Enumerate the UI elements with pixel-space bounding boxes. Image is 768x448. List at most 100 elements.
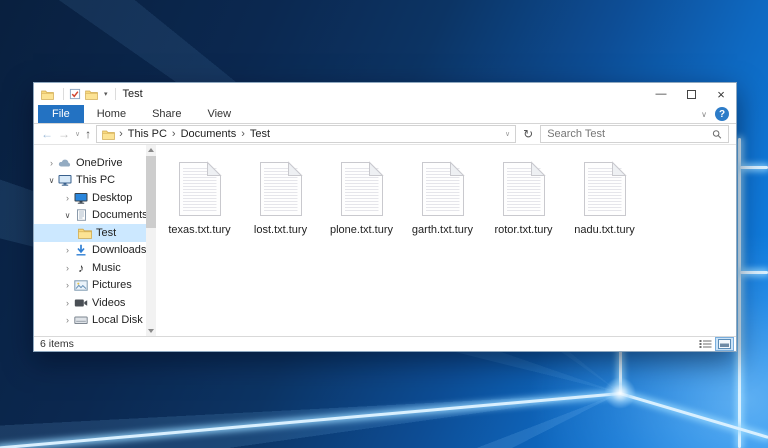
sidebar-item-music[interactable]: › ♪ Music [34, 259, 146, 277]
video-icon [74, 297, 88, 309]
sidebar-item-label: OneDrive [76, 157, 122, 169]
address-bar[interactable]: › This PC › Documents › Test ∨ [96, 125, 516, 143]
sidebar-item-test[interactable]: Test [34, 224, 146, 242]
download-icon [74, 244, 88, 256]
chevron-right-icon[interactable]: › [63, 263, 72, 273]
close-button[interactable]: × [706, 83, 736, 105]
sidebar-item-documents[interactable]: ∨ Documents [34, 207, 146, 225]
file-item[interactable]: rotor.txt.tury [483, 161, 564, 236]
cloud-icon [58, 157, 72, 169]
breadcrumb-separator-icon: › [172, 128, 176, 140]
chevron-right-icon[interactable]: › [47, 158, 56, 168]
text-file-icon [340, 161, 384, 217]
back-button[interactable]: ← [41, 128, 53, 140]
new-folder-quick-access-icon[interactable] [85, 89, 98, 100]
breadcrumb-test[interactable]: Test [249, 128, 271, 140]
scroll-up-icon[interactable] [146, 145, 156, 155]
refresh-icon[interactable]: ↻ [521, 127, 535, 141]
large-icons-view-icon [718, 339, 731, 349]
file-item[interactable]: garth.txt.tury [402, 161, 483, 236]
file-item[interactable]: lost.txt.tury [240, 161, 321, 236]
window-folder-icon [41, 89, 54, 100]
recent-locations-icon[interactable]: ∨ [75, 130, 80, 138]
sidebar-item-downloads[interactable]: › Downloads [34, 242, 146, 260]
text-file-icon [583, 161, 627, 217]
explorer-window: ▾ Test — × File Home Share View ∨ ? ← → … [33, 82, 737, 352]
wallpaper-window-line-horizontal [740, 271, 768, 274]
title-bar[interactable]: ▾ Test — × [34, 83, 736, 105]
file-item[interactable]: texas.txt.tury [159, 161, 240, 236]
chevron-down-icon[interactable]: ∨ [47, 176, 56, 185]
sidebar-item-local-disk-c[interactable]: › Local Disk (C:) [34, 312, 146, 330]
chevron-right-icon[interactable]: › [63, 280, 72, 290]
chevron-right-icon[interactable]: › [63, 245, 72, 255]
customize-quick-access-icon[interactable]: ▾ [104, 90, 108, 98]
chevron-right-icon[interactable]: › [63, 315, 72, 325]
navigation-bar: ← → ∨ ↑ › This PC › Documents › Test ∨ ↻ [34, 124, 736, 145]
breadcrumb-this-pc[interactable]: This PC [127, 128, 168, 140]
document-icon [74, 209, 88, 221]
tab-home[interactable]: Home [84, 105, 139, 123]
scroll-down-icon[interactable] [146, 326, 156, 336]
file-list[interactable]: texas.txt.tury lost.txt.tury plone.txt.t… [156, 145, 736, 336]
sidebar-item-label: Desktop [92, 192, 132, 204]
separator [63, 88, 64, 100]
maximize-button[interactable] [676, 83, 706, 105]
tab-file[interactable]: File [38, 105, 84, 123]
large-icons-view-button[interactable] [715, 337, 734, 351]
search-icon[interactable] [712, 129, 722, 140]
tab-share[interactable]: Share [139, 105, 194, 123]
up-button[interactable]: ↑ [85, 128, 91, 140]
folder-icon [78, 227, 92, 239]
details-view-icon [699, 339, 712, 349]
search-box[interactable] [540, 125, 729, 143]
chevron-right-icon[interactable]: › [63, 298, 72, 308]
separator [115, 88, 116, 100]
picture-icon [74, 279, 88, 291]
chevron-right-icon[interactable]: › [63, 193, 72, 203]
file-name: texas.txt.tury [168, 224, 230, 236]
file-item[interactable]: nadu.txt.tury [564, 161, 645, 236]
help-icon[interactable]: ? [715, 107, 729, 121]
desktop-icon [74, 192, 88, 204]
text-file-icon [178, 161, 222, 217]
sidebar-item-label: Music [92, 262, 121, 274]
disk-icon [74, 314, 88, 326]
file-name: rotor.txt.tury [494, 224, 552, 236]
sidebar-item-label: Documents [92, 209, 146, 221]
details-view-button[interactable] [696, 337, 715, 351]
minimize-ribbon-icon[interactable]: ∨ [701, 110, 707, 119]
file-item[interactable]: plone.txt.tury [321, 161, 402, 236]
wallpaper-beam-line [620, 392, 768, 438]
properties-quick-access-icon[interactable] [69, 88, 81, 100]
sidebar-item-videos[interactable]: › Videos [34, 294, 146, 312]
text-file-icon [421, 161, 465, 217]
file-name: lost.txt.tury [254, 224, 307, 236]
sidebar-item-this-pc[interactable]: ∨ This PC [34, 172, 146, 190]
sidebar-item-label: Downloads [92, 244, 146, 256]
item-count: 6 items [40, 338, 74, 350]
sidebar-item-desktop[interactable]: › Desktop [34, 189, 146, 207]
maximize-icon [687, 90, 696, 99]
ribbon-tab-bar: File Home Share View ∨ ? [34, 105, 736, 124]
address-folder-icon [102, 129, 115, 140]
breadcrumb-documents[interactable]: Documents [180, 128, 238, 140]
breadcrumb-separator-icon: › [241, 128, 245, 140]
address-dropdown-icon[interactable]: ∨ [505, 130, 510, 138]
window-controls: — × [646, 83, 736, 105]
breadcrumb-separator-icon: › [119, 128, 123, 140]
sidebar-item-label: Test [96, 227, 116, 239]
status-bar: 6 items [34, 336, 736, 351]
sidebar-scrollbar[interactable] [146, 145, 156, 336]
view-switcher [696, 337, 734, 351]
sidebar-item-label: Local Disk (C:) [92, 314, 146, 326]
wallpaper-beam-line [0, 392, 621, 448]
forward-button[interactable]: → [58, 128, 70, 140]
scrollbar-thumb[interactable] [146, 156, 156, 228]
minimize-button[interactable]: — [646, 83, 676, 105]
sidebar-item-onedrive[interactable]: › OneDrive [34, 154, 146, 172]
sidebar-item-pictures[interactable]: › Pictures [34, 277, 146, 295]
chevron-down-icon[interactable]: ∨ [63, 211, 72, 220]
tab-view[interactable]: View [194, 105, 244, 123]
search-input[interactable] [547, 128, 711, 140]
